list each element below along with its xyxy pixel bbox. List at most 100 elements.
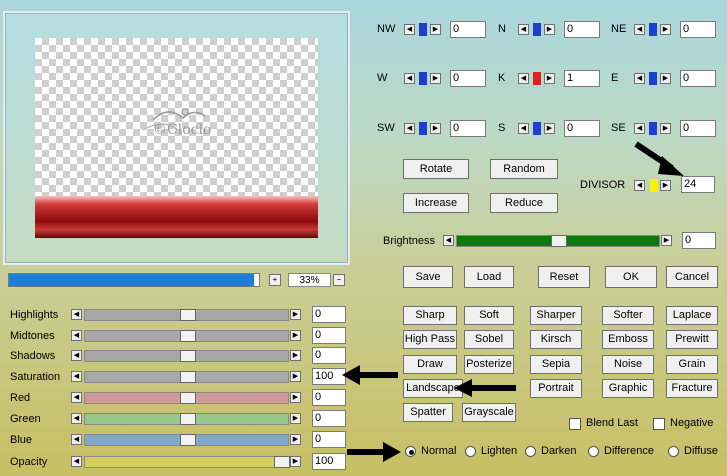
- preset-button[interactable]: Graphic: [602, 379, 654, 398]
- matrix-input[interactable]: 0: [680, 70, 716, 87]
- matrix-input[interactable]: 1: [564, 70, 600, 87]
- adjustment-decrease[interactable]: ◀: [71, 456, 82, 467]
- matrix-increase[interactable]: ▶: [544, 24, 555, 35]
- adjustment-slider[interactable]: [84, 456, 290, 468]
- zoom-in-button[interactable]: +: [269, 274, 281, 286]
- preset-button[interactable]: High Pass: [403, 330, 457, 349]
- blend-mode-radio[interactable]: [668, 446, 679, 457]
- matrix-increase[interactable]: ▶: [544, 73, 555, 84]
- adjustment-thumb[interactable]: [180, 434, 196, 446]
- reset-button[interactable]: Reset: [538, 266, 590, 288]
- brightness-increase[interactable]: ▶: [661, 235, 672, 246]
- matrix-increase[interactable]: ▶: [544, 123, 555, 134]
- matrix-knob[interactable]: [533, 23, 541, 36]
- matrix-input[interactable]: 0: [680, 120, 716, 137]
- random-button[interactable]: Random: [490, 159, 558, 179]
- preset-button[interactable]: Laplace: [666, 306, 718, 325]
- matrix-input[interactable]: 0: [450, 70, 486, 87]
- matrix-decrease[interactable]: ◀: [634, 123, 645, 134]
- adjustment-input[interactable]: 0: [312, 389, 346, 406]
- brightness-input[interactable]: 0: [682, 232, 716, 249]
- adjustment-input[interactable]: 0: [312, 306, 346, 323]
- preset-button[interactable]: Grain: [666, 355, 718, 374]
- blend-mode-radio[interactable]: [405, 446, 416, 457]
- reduce-button[interactable]: Reduce: [490, 193, 558, 213]
- matrix-decrease[interactable]: ◀: [404, 73, 415, 84]
- brightness-slider[interactable]: [456, 235, 660, 247]
- matrix-input[interactable]: 0: [680, 21, 716, 38]
- adjustment-thumb[interactable]: [274, 456, 290, 468]
- adjustment-decrease[interactable]: ◀: [71, 392, 82, 403]
- adjustment-thumb[interactable]: [180, 371, 196, 383]
- adjustment-decrease[interactable]: ◀: [71, 309, 82, 320]
- adjustment-input[interactable]: 0: [312, 327, 346, 344]
- adjustment-increase[interactable]: ▶: [290, 434, 301, 445]
- matrix-knob[interactable]: [649, 122, 657, 135]
- preset-button[interactable]: Emboss: [602, 330, 654, 349]
- cancel-button[interactable]: Cancel: [666, 266, 718, 288]
- adjustment-thumb[interactable]: [180, 309, 196, 321]
- matrix-input[interactable]: 0: [564, 21, 600, 38]
- matrix-decrease[interactable]: ◀: [518, 73, 529, 84]
- adjustment-slider[interactable]: [84, 350, 289, 362]
- matrix-decrease[interactable]: ◀: [634, 24, 645, 35]
- divisor-increase[interactable]: ▶: [660, 180, 671, 191]
- preset-button[interactable]: Sobel: [464, 330, 514, 349]
- adjustment-slider[interactable]: [84, 434, 289, 446]
- rotate-button[interactable]: Rotate: [403, 159, 469, 179]
- adjustment-increase[interactable]: ▶: [290, 350, 301, 361]
- brightness-thumb[interactable]: [551, 235, 567, 247]
- blend-last-checkbox[interactable]: [569, 418, 581, 430]
- matrix-decrease[interactable]: ◀: [404, 123, 415, 134]
- matrix-increase[interactable]: ▶: [430, 123, 441, 134]
- adjustment-decrease[interactable]: ◀: [71, 371, 82, 382]
- matrix-knob[interactable]: [649, 72, 657, 85]
- matrix-increase[interactable]: ▶: [660, 73, 671, 84]
- adjustment-decrease[interactable]: ◀: [71, 413, 82, 424]
- matrix-input[interactable]: 0: [564, 120, 600, 137]
- matrix-increase[interactable]: ▶: [660, 123, 671, 134]
- preset-button[interactable]: Soft: [464, 306, 514, 325]
- blend-mode-radio[interactable]: [588, 446, 599, 457]
- adjustment-decrease[interactable]: ◀: [71, 330, 82, 341]
- preset-button[interactable]: Sharper: [530, 306, 582, 325]
- matrix-knob[interactable]: [649, 23, 657, 36]
- matrix-decrease[interactable]: ◀: [404, 24, 415, 35]
- increase-button[interactable]: Increase: [403, 193, 469, 213]
- matrix-decrease[interactable]: ◀: [518, 123, 529, 134]
- adjustment-input[interactable]: 0: [312, 410, 346, 427]
- matrix-increase[interactable]: ▶: [430, 24, 441, 35]
- preset-button[interactable]: Posterize: [464, 355, 514, 374]
- adjustment-increase[interactable]: ▶: [290, 392, 301, 403]
- matrix-input[interactable]: 0: [450, 120, 486, 137]
- matrix-decrease[interactable]: ◀: [518, 24, 529, 35]
- divisor-decrease[interactable]: ◀: [634, 180, 645, 191]
- load-button[interactable]: Load: [464, 266, 514, 288]
- matrix-decrease[interactable]: ◀: [634, 73, 645, 84]
- adjustment-thumb[interactable]: [180, 330, 196, 342]
- adjustment-increase[interactable]: ▶: [290, 371, 301, 382]
- adjustment-slider[interactable]: [84, 392, 289, 404]
- adjustment-thumb[interactable]: [180, 350, 196, 362]
- adjustment-slider[interactable]: [84, 371, 289, 383]
- adjustment-increase[interactable]: ▶: [290, 309, 301, 320]
- adjustment-slider[interactable]: [84, 330, 289, 342]
- save-button[interactable]: Save: [403, 266, 453, 288]
- adjustment-slider[interactable]: [84, 413, 289, 425]
- matrix-knob[interactable]: [419, 23, 427, 36]
- ok-button[interactable]: OK: [605, 266, 657, 288]
- adjustment-increase[interactable]: ▶: [290, 330, 301, 341]
- matrix-knob[interactable]: [419, 122, 427, 135]
- brightness-decrease[interactable]: ◀: [443, 235, 454, 246]
- matrix-knob[interactable]: [533, 122, 541, 135]
- divisor-knob[interactable]: [650, 179, 658, 192]
- preset-button[interactable]: Fracture: [666, 379, 718, 398]
- blend-mode-radio[interactable]: [465, 446, 476, 457]
- negative-checkbox[interactable]: [653, 418, 665, 430]
- matrix-increase[interactable]: ▶: [430, 73, 441, 84]
- matrix-knob[interactable]: [419, 72, 427, 85]
- adjustment-decrease[interactable]: ◀: [71, 434, 82, 445]
- preset-button[interactable]: Spatter: [403, 403, 453, 422]
- preset-button[interactable]: Softer: [602, 306, 654, 325]
- preset-button[interactable]: Sharp: [403, 306, 457, 325]
